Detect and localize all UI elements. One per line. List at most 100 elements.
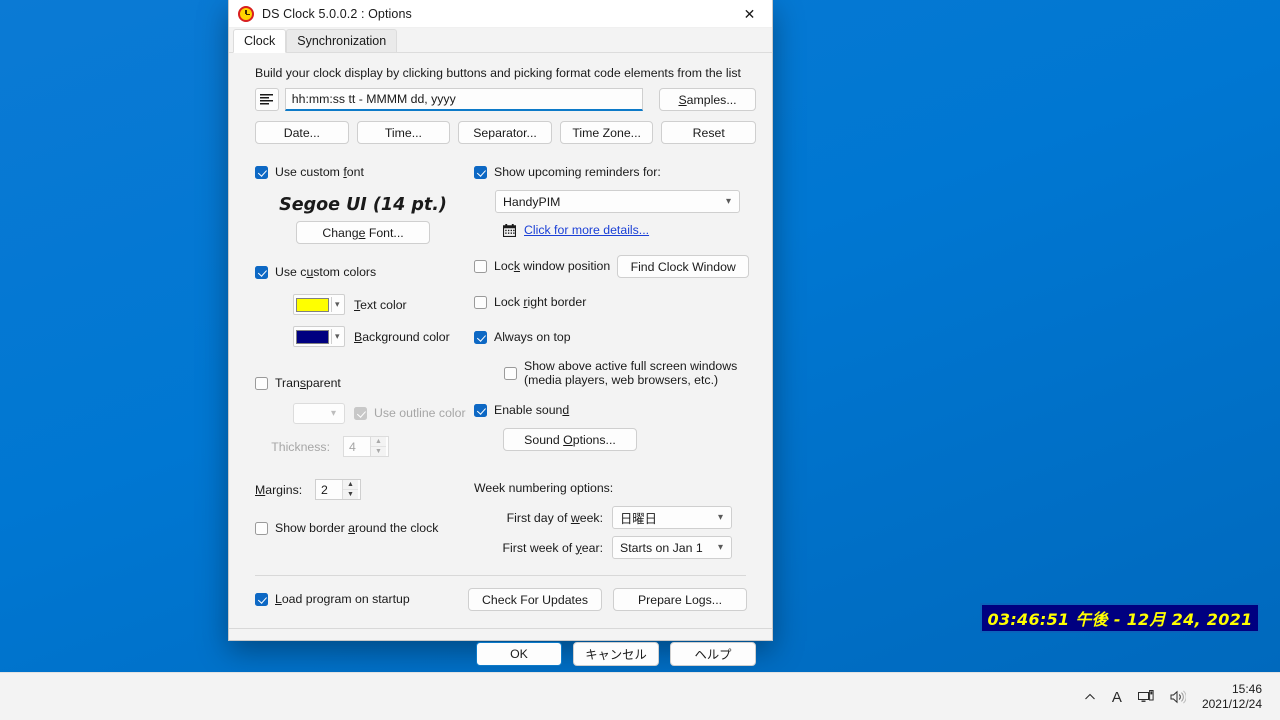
close-icon[interactable]: ✕	[727, 0, 772, 28]
text-color-label: Text color	[354, 297, 407, 312]
sound-options-button[interactable]: Sound Options...	[503, 428, 637, 451]
use-custom-font-row[interactable]: Use custom font	[255, 165, 471, 180]
lock-window-position-checkbox[interactable]	[474, 260, 487, 273]
always-on-top-checkbox[interactable]	[474, 331, 487, 344]
clock-tab-panel: Build your clock display by clicking but…	[229, 53, 772, 666]
calendar-icon	[503, 223, 516, 237]
lock-right-border-label: Lock right border	[494, 295, 587, 309]
margins-label: Margins:	[255, 482, 303, 497]
show-above-fullscreen-label: Show above active full screen windows (m…	[524, 359, 737, 387]
chevron-down-icon: ▾	[717, 542, 723, 553]
separator-button[interactable]: Separator...	[458, 121, 552, 144]
show-border-checkbox[interactable]	[255, 522, 268, 535]
options-dialog: DS Clock 5.0.0.2 : Options ✕ Clock Synch…	[228, 0, 773, 666]
use-outline-color-label: Use outline color	[374, 406, 466, 420]
use-custom-colors-row[interactable]: Use custom colors	[255, 244, 471, 280]
show-reminders-checkbox[interactable]	[474, 166, 487, 179]
load-on-startup-checkbox[interactable]	[255, 593, 268, 606]
show-border-label: Show border around the clock	[275, 521, 439, 535]
taskbar-time: 15:46	[1231, 682, 1262, 696]
format-input[interactable]: hh:mm:ss tt - MMMM dd, yyyy	[284, 88, 644, 111]
find-clock-window-button[interactable]: Find Clock Window	[617, 255, 749, 278]
window-title: DS Clock 5.0.0.2 : Options	[262, 6, 412, 21]
system-tray: A 15:46 2021/12/24	[1076, 673, 1280, 720]
ime-indicator-icon[interactable]: A	[1104, 673, 1130, 720]
always-on-top-label: Always on top	[494, 330, 571, 344]
ok-button[interactable]: OK	[476, 642, 562, 666]
samples-button[interactable]: Samples...	[659, 88, 756, 111]
load-on-startup-row[interactable]: Load program on startup	[255, 592, 468, 607]
always-on-top-row[interactable]: Always on top	[474, 330, 749, 345]
volume-icon[interactable]	[1162, 673, 1194, 720]
first-week-of-year-select[interactable]: Starts on Jan 1 ▾	[612, 536, 732, 559]
arrow-up-icon[interactable]: ▲	[343, 480, 358, 490]
arrow-up-icon: ▲	[371, 437, 386, 447]
transparent-checkbox[interactable]	[255, 377, 268, 390]
background-color-label: Background color	[354, 329, 450, 344]
first-day-of-week-label: First day of week:	[506, 510, 603, 525]
text-color-swatch	[296, 297, 329, 312]
change-font-button[interactable]: Change Font...	[296, 221, 430, 244]
taskbar: A 15:46 2021/12/24	[0, 672, 1280, 720]
first-day-of-week-value: 日曜日	[620, 511, 657, 526]
margins-stepper[interactable]: 2 ▲ ▼	[315, 479, 361, 500]
enable-sound-checkbox[interactable]	[474, 404, 487, 417]
show-above-fullscreen-row[interactable]: Show above active full screen windows (m…	[504, 359, 749, 387]
taskbar-clock[interactable]: 15:46 2021/12/24	[1194, 673, 1274, 720]
cancel-button[interactable]: キャンセル	[573, 642, 659, 666]
lock-window-position-row[interactable]: Lock window position	[474, 259, 617, 274]
ds-clock-widget[interactable]: 03:46:51 午後 - 12月 24, 2021	[980, 603, 1260, 633]
show-border-row[interactable]: Show border around the clock	[255, 500, 471, 536]
thickness-stepper: 4 ▲ ▼	[343, 436, 389, 457]
chevron-down-icon: ▾	[717, 512, 723, 523]
chevron-down-icon: ▾	[335, 299, 340, 309]
transparent-row[interactable]: Transparent	[255, 347, 471, 391]
change-font-label: Change Font...	[322, 225, 404, 240]
enable-sound-label: Enable sound	[494, 403, 570, 417]
text-color-picker[interactable]: ▾	[293, 294, 345, 315]
clock-widget-text: 03:46:51 午後 - 12月 24, 2021	[987, 610, 1253, 629]
clock-icon	[238, 5, 254, 22]
samples-button-label: Samples...	[678, 92, 737, 107]
outline-color-picker: ▾	[293, 403, 345, 424]
time-button[interactable]: Time...	[356, 121, 451, 144]
first-day-of-week-select[interactable]: 日曜日 ▾	[612, 506, 732, 529]
arrow-down-icon[interactable]: ▼	[343, 490, 358, 499]
first-week-of-year-value: Starts on Jan 1	[620, 540, 703, 555]
more-details-link[interactable]: Click for more details...	[524, 223, 649, 237]
chevron-down-icon: ▾	[330, 408, 336, 419]
background-color-picker[interactable]: ▾	[293, 326, 345, 347]
use-custom-colors-label: Use custom colors	[275, 265, 377, 279]
chevron-up-glyph	[1085, 693, 1095, 700]
time-zone-button[interactable]: Time Zone...	[559, 121, 654, 144]
tab-synchronization[interactable]: Synchronization	[286, 29, 398, 53]
show-hidden-icons-icon[interactable]	[1076, 673, 1104, 720]
format-list-icon[interactable]	[255, 88, 279, 111]
use-custom-font-checkbox[interactable]	[255, 166, 268, 179]
network-icon[interactable]	[1130, 673, 1162, 720]
use-custom-font-label: Use custom font	[275, 165, 364, 179]
use-outline-color-checkbox	[354, 407, 367, 420]
format-list-glyph	[260, 94, 274, 105]
use-custom-colors-checkbox[interactable]	[255, 266, 268, 279]
swatch-divider	[331, 297, 332, 312]
lock-right-border-checkbox[interactable]	[474, 296, 487, 309]
tab-clock[interactable]: Clock	[233, 29, 287, 53]
margins-value: 2	[321, 482, 328, 497]
date-button[interactable]: Date...	[255, 121, 349, 144]
hint-text: Build your clock display by clicking but…	[255, 66, 741, 80]
help-button[interactable]: ヘルプ	[670, 642, 756, 666]
show-above-fullscreen-checkbox[interactable]	[504, 367, 517, 380]
swatch-divider	[331, 329, 332, 344]
reminders-source-select[interactable]: HandyPIM ▾	[495, 190, 740, 213]
first-week-of-year-label: First week of year:	[502, 540, 603, 555]
prepare-logs-button[interactable]: Prepare Logs...	[613, 588, 747, 611]
show-above-fullscreen-line1: Show above active full screen windows	[524, 359, 738, 373]
check-for-updates-button[interactable]: Check For Updates	[468, 588, 602, 611]
reset-button[interactable]: Reset	[661, 121, 757, 144]
network-glyph	[1137, 690, 1154, 702]
margins-arrows[interactable]: ▲ ▼	[342, 480, 358, 499]
enable-sound-row[interactable]: Enable sound	[474, 403, 749, 418]
lock-right-border-row[interactable]: Lock right border	[474, 295, 749, 310]
show-reminders-row[interactable]: Show upcoming reminders for:	[474, 165, 749, 180]
